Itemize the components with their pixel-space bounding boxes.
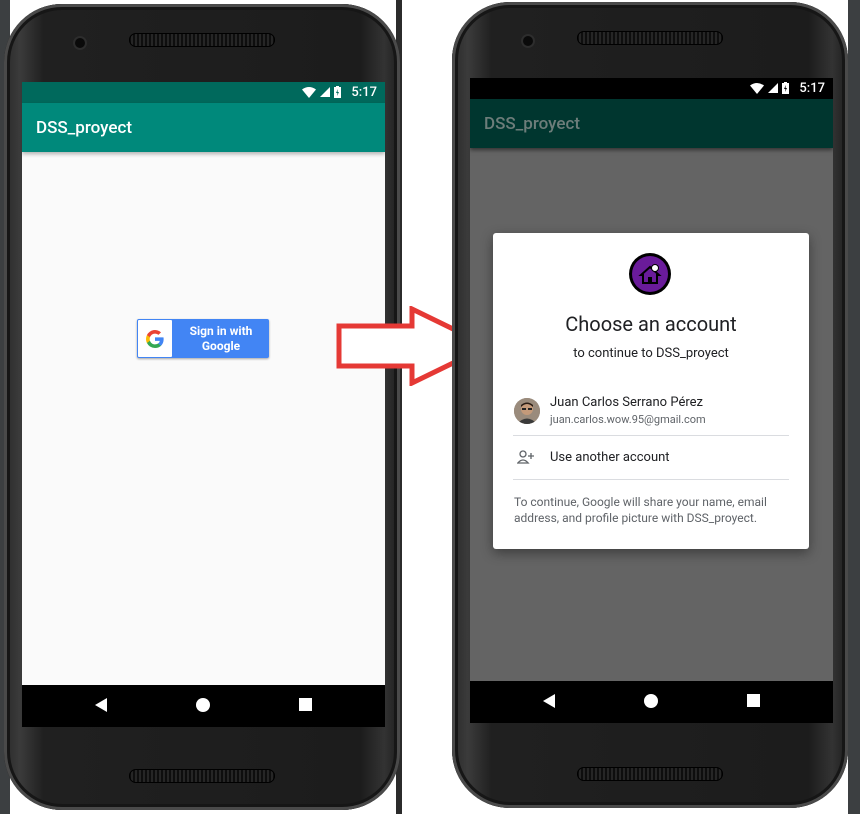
- front-camera: [75, 38, 85, 48]
- status-bar: 5:17: [22, 82, 385, 103]
- status-time: 5:17: [799, 81, 825, 96]
- navigation-bar: [22, 685, 385, 727]
- navigation-bar: [470, 681, 833, 723]
- home-icon[interactable]: [196, 698, 210, 712]
- privacy-note: To continue, Google will share your name…: [514, 495, 767, 525]
- signal-icon: [768, 83, 778, 93]
- battery-charging-icon: [334, 86, 341, 98]
- recents-icon[interactable]: [299, 698, 312, 711]
- google-sign-in-label: Sign in with Google: [173, 324, 269, 354]
- bottom-speaker: [129, 769, 275, 783]
- home-icon[interactable]: [644, 694, 658, 708]
- google-sign-in-label-line1: Sign in with: [189, 324, 253, 338]
- front-camera: [523, 36, 533, 46]
- account-name: Juan Carlos Serrano Pérez: [550, 395, 703, 410]
- app-bar: DSS_proyect: [470, 99, 833, 148]
- phone-frame-right: 5:17 DSS_proyect Choose an account to co…: [452, 2, 848, 808]
- earpiece-speaker: [577, 31, 723, 45]
- back-icon[interactable]: [94, 698, 108, 712]
- google-sign-in-label-line2: Google: [201, 339, 241, 353]
- bottom-speaker: [577, 767, 723, 781]
- google-g-icon: [138, 320, 172, 357]
- app-bar: DSS_proyect: [22, 103, 385, 152]
- signal-icon: [320, 87, 330, 97]
- battery-charging-icon: [782, 82, 789, 94]
- status-bar: 5:17: [470, 78, 833, 99]
- app-title: DSS_proyect: [36, 118, 133, 138]
- dialog-title: Choose an account: [565, 312, 737, 336]
- phone-screen-left: 5:17 DSS_proyect Sign in with Google: [22, 82, 385, 727]
- use-another-account-label: Use another account: [550, 450, 670, 465]
- divider: [513, 479, 789, 480]
- use-another-account-button[interactable]: Use another account: [513, 436, 789, 479]
- earpiece-speaker: [129, 33, 275, 47]
- account-item[interactable]: Juan Carlos Serrano Pérez juan.carlos.wo…: [513, 391, 789, 435]
- phone-frame-left: 5:17 DSS_proyect Sign in with Google: [4, 4, 400, 810]
- google-sign-in-button[interactable]: Sign in with Google: [137, 319, 269, 358]
- status-time: 5:17: [351, 85, 377, 100]
- back-icon[interactable]: [542, 694, 556, 708]
- ide-background-right: [848, 0, 860, 814]
- choose-account-dialog: Choose an account to continue to DSS_pro…: [493, 233, 809, 549]
- house-icon: [632, 256, 668, 292]
- wifi-icon: [750, 82, 764, 94]
- account-email: juan.carlos.wow.95@gmail.com: [550, 413, 706, 426]
- dialog-subtitle: to continue to DSS_proyect: [573, 346, 729, 361]
- app-logo: [629, 253, 671, 295]
- avatar: [514, 398, 540, 424]
- add-person-icon: [517, 450, 534, 464]
- app-title: DSS_proyect: [484, 114, 581, 134]
- phone-screen-right: 5:17 DSS_proyect Choose an account to co…: [470, 78, 833, 723]
- wifi-icon: [302, 86, 316, 98]
- recents-icon[interactable]: [747, 694, 760, 707]
